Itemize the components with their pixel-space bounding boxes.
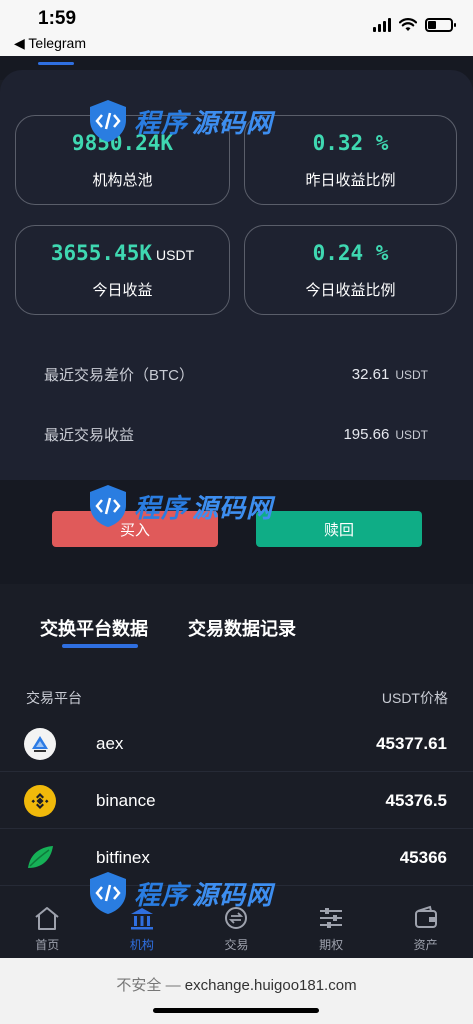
platform-name: aex (96, 734, 124, 753)
tab-trade-records[interactable]: 交易数据记录 (188, 615, 296, 641)
info-value: 32.61 (351, 366, 390, 383)
nav-label: 首页 (35, 938, 60, 952)
col-platform: 交易平台 (26, 690, 82, 706)
platform-price: 45366 (399, 848, 447, 867)
watermark-shield-icon (90, 485, 126, 527)
nav-label: 期权 (319, 938, 344, 952)
stat-card-today-income: 3655.45K USDT 今日收益 (15, 225, 230, 315)
home-indicator (153, 1008, 319, 1013)
table-header: 交易平台 USDT价格 (26, 688, 448, 708)
stat-value: 0.32 % (312, 130, 389, 155)
battery-icon (425, 18, 456, 32)
watermark: 程序 源码网 (86, 98, 273, 144)
nav-assets[interactable]: 资产 (378, 896, 473, 958)
platform-price: 45377.61 (376, 734, 447, 753)
stat-card-today-ratio: 0.24 % 今日收益比例 (244, 225, 457, 315)
watermark-shield-icon (90, 872, 126, 914)
status-bar: 1:59 ◀ Telegram (0, 0, 473, 56)
bitfinex-logo-icon (24, 842, 56, 874)
info-label: 最近交易差价（BTC） (44, 367, 195, 384)
watermark-text-b: 源码网 (192, 879, 274, 910)
platform-name: binance (96, 791, 156, 810)
home-icon (32, 904, 62, 932)
stat-value: 3655.45K (50, 240, 153, 265)
watermark-text-b: 源码网 (192, 107, 274, 138)
watermark-text: 程序 (134, 879, 189, 910)
sliders-icon (316, 904, 346, 932)
status-time: 1:59 (38, 8, 77, 29)
watermark-shield-icon (90, 100, 126, 142)
stat-value: 0.24 % (312, 240, 389, 265)
watermark-text-b: 源码网 (192, 492, 274, 523)
wifi-icon (399, 18, 417, 31)
redeem-button[interactable]: 赎回 (256, 511, 422, 547)
info-row-income: 最近交易收益 195.66 USDT (44, 424, 428, 445)
watermark-text: 程序 (134, 107, 189, 138)
url-domain: exchange.huigoo181.com (184, 977, 357, 994)
nav-label: 机构 (129, 938, 154, 952)
watermark: 程序 源码网 (86, 870, 273, 916)
stat-card-yesterday-ratio: 0.32 % 昨日收益比例 (244, 115, 457, 205)
nav-options[interactable]: 期权 (284, 896, 379, 958)
stat-label: 昨日收益比例 (305, 171, 396, 189)
nav-label: 资产 (413, 938, 438, 952)
insecure-label: 不安全 — (116, 977, 185, 994)
info-label: 最近交易收益 (44, 427, 135, 444)
col-price: USDT价格 (381, 690, 448, 706)
info-unit: USDT (395, 368, 428, 382)
wallet-icon (411, 904, 441, 932)
stat-unit: USDT (156, 246, 195, 263)
watermark-text: 程序 (134, 492, 189, 523)
tab-exchange-platform-data[interactable]: 交换平台数据 (40, 615, 148, 641)
platform-name: bitfinex (96, 848, 150, 867)
info-value: 195.66 (343, 426, 390, 443)
platform-price: 45376.5 (385, 791, 447, 810)
table-row[interactable]: aex 45377.61 (0, 715, 473, 772)
info-row-spread: 最近交易差价（BTC） 32.61 USDT (44, 364, 428, 385)
exchange-tab-indicator (62, 644, 138, 648)
stat-label: 今日收益比例 (305, 281, 396, 299)
top-tab-indicator (38, 62, 74, 65)
stat-label: 今日收益 (92, 281, 153, 299)
aex-logo-icon (24, 728, 56, 760)
info-unit: USDT (395, 428, 428, 442)
watermark: 程序 源码网 (86, 483, 273, 529)
status-icons (373, 18, 456, 32)
signal-icon (373, 18, 391, 32)
browser-url-bar[interactable]: 不安全 — exchange.huigoo181.com (0, 958, 473, 1024)
back-to-telegram[interactable]: ◀ Telegram (14, 35, 86, 52)
nav-label: 交易 (224, 938, 249, 952)
table-row[interactable]: binance 45376.5 (0, 772, 473, 829)
nav-home[interactable]: 首页 (0, 896, 95, 958)
stat-label: 机构总池 (92, 171, 153, 189)
binance-logo-icon (24, 785, 56, 817)
